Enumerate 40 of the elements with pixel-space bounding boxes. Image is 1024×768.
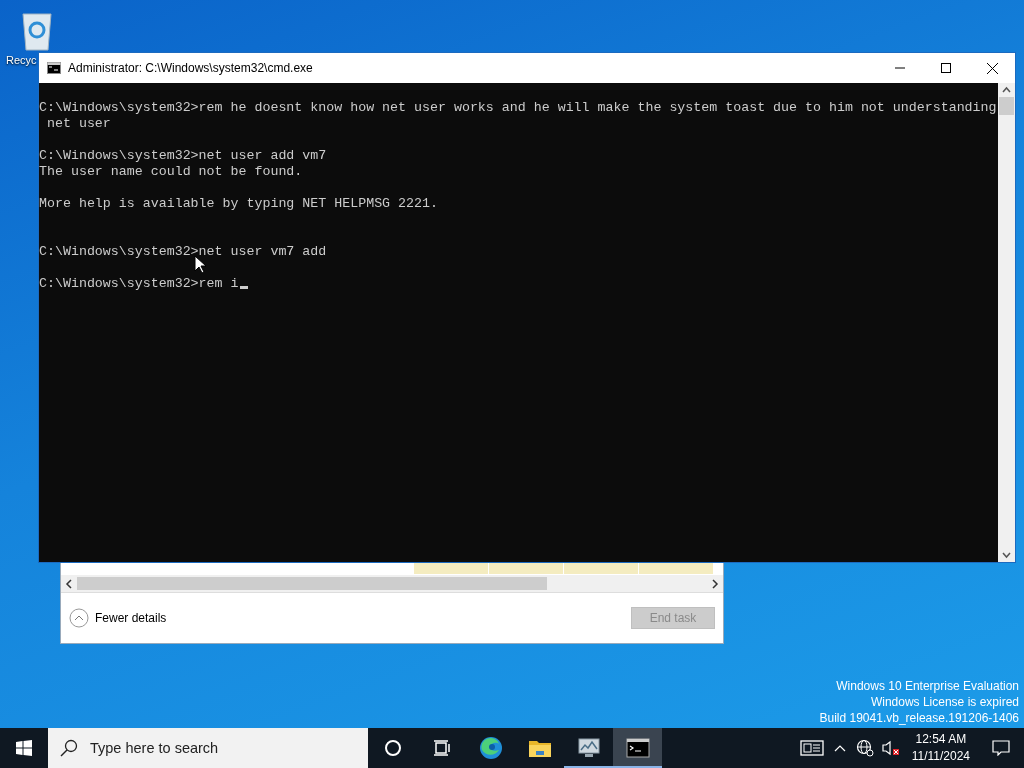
text-cursor <box>239 286 248 289</box>
close-icon <box>986 62 998 74</box>
chevron-up-icon <box>833 744 846 752</box>
chevron-up-icon <box>69 608 89 628</box>
terminal-icon <box>625 738 650 758</box>
newspaper-icon <box>799 740 824 756</box>
speech-bubble-icon <box>992 740 1010 756</box>
windows-icon <box>16 740 32 756</box>
scroll-right-icon[interactable] <box>711 578 719 589</box>
edge-icon <box>478 736 503 760</box>
console-line: C:\Windows\system32>rem he doesnt know how net user works and he will make the system toast due to him not understanding <box>39 100 997 115</box>
circle-icon <box>383 739 402 757</box>
globe-icon <box>855 739 874 757</box>
search-input[interactable]: Type here to search <box>88 739 342 757</box>
desktop-icon-label: Recyc <box>6 54 37 66</box>
vertical-scrollbar[interactable] <box>998 83 1015 562</box>
clock[interactable]: 12:54 AM 11/11/2024 <box>903 728 978 768</box>
console-line: The user name could not be found. <box>39 164 303 179</box>
console-line: C:\Windows\system32>net user add vm7 <box>39 148 327 163</box>
console-line: net user <box>45 116 111 131</box>
terminal-icon <box>47 62 61 74</box>
console-line: C:\Windows\system32>rem i <box>39 276 239 291</box>
search-icon <box>60 739 78 757</box>
scrollbar-thumb[interactable] <box>999 97 1014 115</box>
horizontal-scrollbar[interactable] <box>61 575 723 592</box>
console-line: More help is available by typing NET HELPMSG 2221. <box>39 196 438 211</box>
search-box[interactable]: Type here to search <box>48 728 368 768</box>
monitor-chart-icon <box>576 737 601 759</box>
task-view-icon <box>432 740 451 756</box>
maximize-icon <box>941 63 951 73</box>
taskbar-app[interactable] <box>613 728 662 768</box>
license-notice: Windows License is expired <box>870 694 1019 710</box>
folder-icon <box>527 738 552 758</box>
license-notice: Windows 10 Enterprise Evaluation <box>836 678 1019 694</box>
fewer-details-button[interactable]: Fewer details <box>69 608 167 628</box>
scroll-left-icon[interactable] <box>65 578 73 589</box>
speaker-muted-icon <box>881 740 900 756</box>
license-notice: Build 19041.vb_release.191206-1406 <box>819 710 1019 726</box>
console-line: C:\Windows\system32>net user vm7 add <box>39 244 327 259</box>
window-title: Administrator: C:\Windows\system32\cmd.exe <box>68 61 314 75</box>
